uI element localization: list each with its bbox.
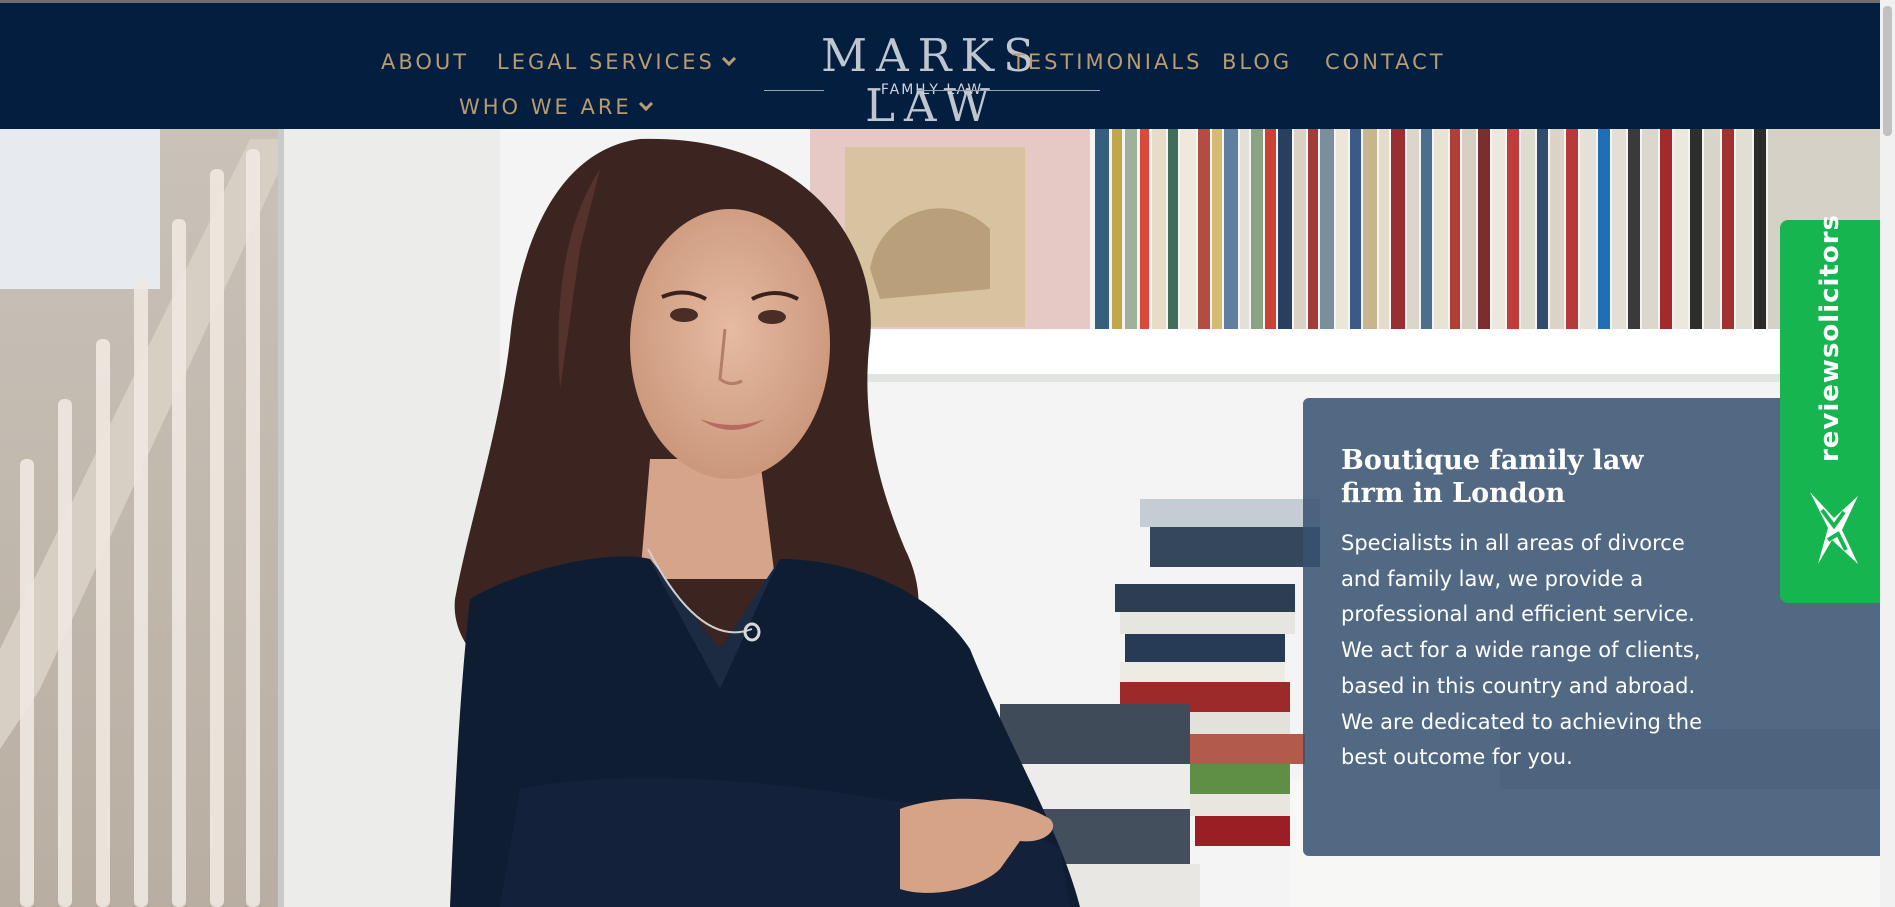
reviewsolicitors-logo-icon	[1810, 492, 1858, 564]
hero-description: Specialists in all areas of divorce and …	[1341, 531, 1703, 770]
nav-contact[interactable]: CONTACT	[1325, 50, 1446, 74]
nav-who-we-are-label: WHO WE ARE	[459, 95, 632, 119]
nav-about[interactable]: ABOUT	[381, 50, 469, 74]
nav-blog-label: BLOG	[1222, 50, 1293, 74]
nav-contact-label: CONTACT	[1325, 50, 1446, 74]
nav-about-label: ABOUT	[381, 50, 470, 74]
hero-section: Boutique family law firm in London Speci…	[0, 129, 1880, 907]
nav-who-we-are[interactable]: WHO WE ARE	[459, 95, 653, 119]
scrollbar-thumb[interactable]	[1883, 6, 1892, 136]
nav-blog[interactable]: BLOG	[1222, 50, 1292, 74]
logo-rule-right	[917, 90, 1100, 91]
reviewsolicitors-label: reviewsolicitors	[1815, 213, 1845, 463]
reviewsolicitors-badge[interactable]: reviewsolicitors	[1780, 214, 1880, 603]
nav-testimonials[interactable]: TESTIMONIALS	[1012, 50, 1202, 74]
chevron-down-icon	[638, 96, 653, 112]
nav-legal-services-label: LEGAL SERVICES	[497, 50, 715, 74]
nav-testimonials-label: TESTIMONIALS	[1012, 50, 1203, 74]
nav-legal-services[interactable]: LEGAL SERVICES	[497, 50, 736, 74]
page-scrollbar[interactable]	[1880, 0, 1895, 907]
chevron-down-icon	[721, 51, 736, 67]
hero-title: Boutique family law firm in London	[1341, 445, 1644, 509]
site-header: ABOUT LEGAL SERVICES WHO WE ARE MARKS LA…	[0, 3, 1880, 131]
